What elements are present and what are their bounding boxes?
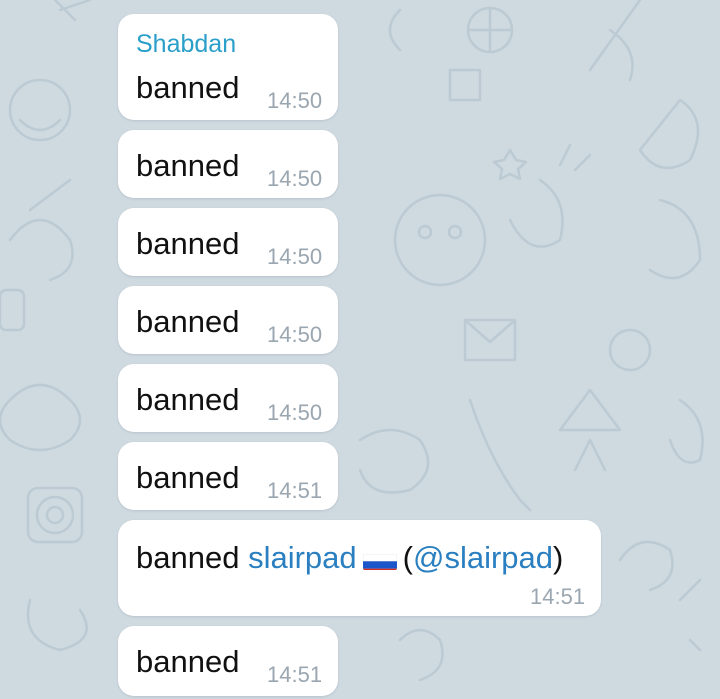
message-time: 14:51 (267, 478, 323, 503)
message-bubble[interactable]: banned 14:50 (118, 286, 338, 354)
message-prefix: banned (136, 540, 240, 575)
message-bubble[interactable]: banned 14:51 (118, 442, 338, 510)
message-text: banned (136, 644, 240, 679)
message-bubble[interactable]: Shabdan banned 14:50 (118, 14, 338, 120)
message-text: banned slairpad (@slairpad) (136, 540, 563, 576)
username-mention-link[interactable]: @slairpad (413, 540, 553, 575)
message-bubble[interactable]: banned slairpad (@slairpad) 14:51 (118, 520, 601, 616)
message-text: banned (136, 70, 240, 105)
message-text: banned (136, 382, 240, 417)
message-bubble[interactable]: banned 14:50 (118, 364, 338, 432)
russian-flag-icon (362, 548, 397, 570)
user-link[interactable]: slairpad (248, 540, 357, 575)
message-time: 14:50 (267, 322, 323, 347)
open-paren: ( (402, 540, 413, 575)
message-text: banned (136, 460, 240, 495)
message-text: banned (136, 226, 240, 261)
message-time: 14:50 (267, 88, 323, 113)
message-bubble[interactable]: banned 14:50 (118, 208, 338, 276)
message-time: 14:50 (267, 244, 323, 269)
message-bubble[interactable]: banned 14:51 (118, 626, 338, 696)
message-time: 14:50 (267, 166, 323, 191)
message-time: 14:51 (267, 662, 323, 687)
message-time: 14:51 (530, 584, 586, 609)
message-text: banned (136, 304, 240, 339)
message-text: banned (136, 148, 240, 183)
message-time: 14:50 (267, 400, 323, 425)
sender-name[interactable]: Shabdan (136, 30, 236, 59)
message-bubble[interactable]: banned 14:50 (118, 130, 338, 198)
close-paren: ) (553, 540, 564, 575)
